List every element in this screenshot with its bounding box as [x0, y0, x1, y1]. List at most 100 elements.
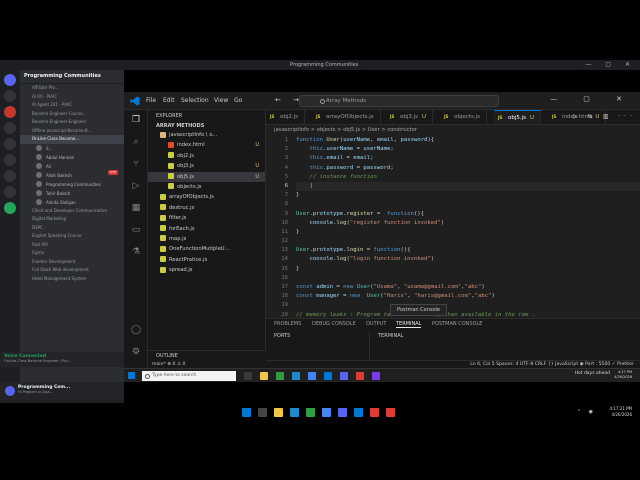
gear-icon[interactable]: ⚙ [130, 346, 142, 358]
tab-objects[interactable]: objects.js [440, 110, 487, 124]
code-line[interactable]: User.prototype.login = function(){ [296, 246, 640, 255]
terminal-section[interactable]: TERMINAL [370, 331, 640, 361]
code-line[interactable]: const admin = new User("Usama", "usama@g… [296, 283, 640, 292]
code-line[interactable]: // instance function [296, 173, 640, 182]
code-line[interactable]: function User(userName, email, password)… [296, 136, 640, 145]
command-center[interactable]: Array Methods [299, 95, 499, 107]
file-tree-item[interactable]: forEach.js [148, 224, 265, 234]
breadcrumb[interactable]: javascriptInfo > objects > obj5.js > Use… [266, 125, 640, 136]
server-name[interactable]: Programming Communities [20, 70, 124, 84]
voice-user[interactable]: Abdul Hannan [20, 153, 124, 162]
file-explorer-icon[interactable] [274, 408, 283, 417]
source-control-icon[interactable]: ⑂ [130, 158, 142, 170]
code-line[interactable] [296, 200, 640, 209]
panel-tab-terminal[interactable]: TERMINAL [396, 321, 422, 328]
run-debug-icon[interactable]: ▷ [130, 180, 142, 192]
editor-actions[interactable]: ▷ ⇆ ▥ ··· [573, 113, 636, 120]
file-tree-item[interactable]: obj2.js [148, 151, 265, 161]
panel-tab-debug-console[interactable]: DEBUG CONSOLE [312, 321, 356, 327]
voice-connected-panel[interactable]: Voice Connected OnLine Class Become Engi… [0, 352, 124, 367]
code-line[interactable]: } [296, 228, 640, 237]
extensions-icon[interactable]: ▦ [130, 202, 142, 214]
channel-item[interactable]: Affiliate Pro... [20, 84, 124, 93]
tab-obj3[interactable]: obj3.jsU [386, 110, 434, 124]
discord-taskbar-icon[interactable] [338, 408, 347, 417]
code-line[interactable]: this.email = email; [296, 154, 640, 163]
channel-item[interactable]: Digital Marketing [20, 215, 124, 224]
code-line[interactable] [296, 301, 640, 310]
system-tray-icons[interactable]: ⌃ ◉ [577, 409, 596, 415]
file-tree-item[interactable]: javascriptInfo \ o... [148, 130, 265, 140]
server-icon[interactable] [4, 90, 16, 102]
tab-obj2[interactable]: obj2.js [266, 110, 306, 124]
code-line[interactable] [296, 237, 640, 246]
app-icon[interactable] [372, 372, 380, 380]
channel-item[interactable]: Become-Engineer-Engineer [20, 118, 124, 127]
channel-item[interactable]: Offline-javascript-Become-B... [20, 127, 124, 136]
file-tree-item[interactable]: OneFunctionMutipleU... [148, 244, 265, 254]
code-line[interactable]: User.prototype.register = function(){ [296, 210, 640, 219]
file-tree-item[interactable]: spread.js [148, 265, 265, 275]
menu-view[interactable]: View [214, 97, 228, 104]
channel-item[interactable]: Figma [20, 249, 124, 258]
record-icon[interactable] [386, 408, 395, 417]
panel-tab-postman-console[interactable]: POSTMAN CONSOLE [432, 321, 482, 327]
vscode-taskbar-icon[interactable] [324, 372, 332, 380]
outer-clock[interactable]: 4:17:21 PM 4/26/2026 [609, 406, 632, 417]
voice-user[interactable]: Ankita Sloligan [20, 198, 124, 207]
file-tree-item[interactable]: ReactPratice.js [148, 255, 265, 265]
chrome-icon[interactable] [322, 408, 331, 417]
code-line[interactable]: } [296, 265, 640, 274]
code-line[interactable]: const manager = new User("Haris", "haris… [296, 292, 640, 301]
code-line[interactable]: } [296, 191, 640, 200]
code-line-current[interactable]: | [296, 181, 640, 192]
channel-item[interactable]: Hotel Management System [20, 275, 124, 284]
file-tree-item[interactable]: arrayOfObjects.js [148, 192, 265, 202]
file-tree-item[interactable]: obj5.js U [148, 171, 265, 182]
code-line[interactable]: this.password = password; [296, 164, 640, 173]
file-tree-item[interactable]: filter.js [148, 213, 265, 223]
task-view-icon[interactable] [244, 372, 252, 380]
edge-icon[interactable] [292, 372, 300, 380]
edge-icon[interactable] [290, 408, 299, 417]
channel-item[interactable]: Fast API [20, 241, 124, 250]
channel-item[interactable]: AI IOI - PIAIC [20, 93, 124, 102]
file-tree-item[interactable]: objects.js [148, 182, 265, 192]
server-icon[interactable] [4, 122, 16, 134]
discord-home-icon[interactable] [4, 74, 16, 86]
channel-item[interactable]: Frontier Development [20, 258, 124, 267]
panel-tab-problems[interactable]: PROBLEMS [274, 321, 301, 327]
channel-item[interactable]: Client and Developer Communication [20, 207, 124, 216]
voice-user[interactable]: S... [20, 144, 124, 153]
testing-icon[interactable]: ⚗ [130, 246, 142, 258]
code-line[interactable]: this.userName = userName; [296, 145, 640, 154]
explorer-icon[interactable]: ❐ [130, 114, 142, 126]
voice-user[interactable]: Tahir Baloch [20, 189, 124, 198]
app-icon[interactable] [370, 408, 379, 417]
ports-section[interactable]: PORTS [266, 331, 370, 361]
server-icon[interactable] [4, 106, 16, 118]
menu-selection[interactable]: Selection [181, 97, 209, 104]
panel-tab-output[interactable]: OUTPUT [366, 321, 386, 327]
server-icon[interactable] [4, 138, 16, 150]
app-icon[interactable] [356, 372, 364, 380]
weather-widget[interactable]: Hot days ahead [575, 371, 610, 376]
project-folder[interactable]: ARRAY METHODS [148, 121, 265, 130]
tab-arrayofobjects[interactable]: arrayOfObjects.js [312, 110, 381, 124]
discord-taskbar-icon[interactable] [340, 372, 348, 380]
inner-clock[interactable]: 4:17 PM 4/26/2026 [614, 370, 632, 380]
file-tree-item[interactable]: map.js [148, 234, 265, 244]
window-controls[interactable]: — ▢ ✕ [550, 95, 634, 103]
chrome-icon[interactable] [308, 372, 316, 380]
server-icon[interactable] [4, 170, 16, 182]
file-tree-item[interactable]: index.html U [148, 140, 265, 150]
vscode-taskbar-icon[interactable] [354, 408, 363, 417]
app-icon[interactable] [306, 408, 315, 417]
add-server-icon[interactable] [4, 202, 16, 214]
account-icon[interactable]: ◯ [130, 324, 142, 336]
windows-start-icon[interactable] [128, 372, 135, 379]
code-line[interactable] [296, 274, 640, 283]
voice-user[interactable]: Programming Communities [20, 180, 124, 189]
user-panel[interactable]: Programming Com... Hi Pegham Jo Aisa... [0, 382, 124, 400]
file-tree-item[interactable]: obj3.js U [148, 161, 265, 171]
